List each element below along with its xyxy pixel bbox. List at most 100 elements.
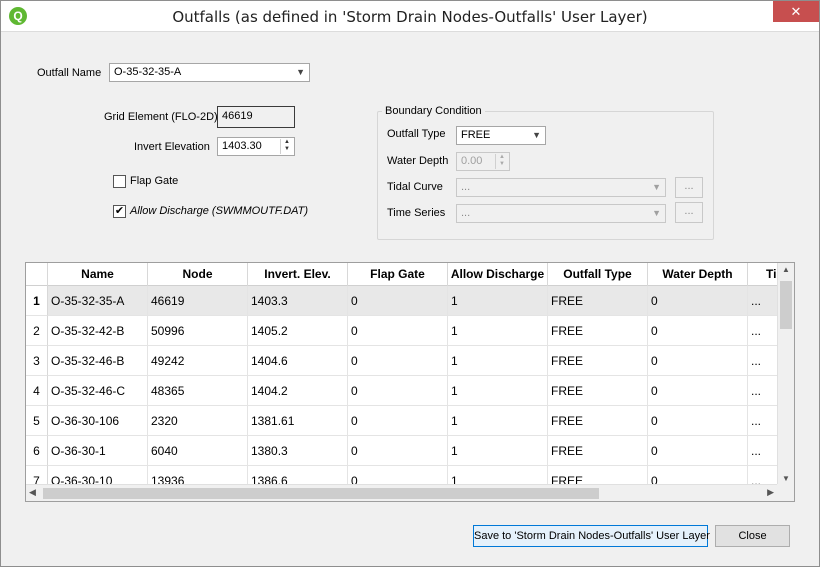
allow-discharge-checkbox[interactable]: ✔ [113, 205, 126, 218]
water-depth-spinbox[interactable]: 0.00 ▲ ▼ [456, 152, 510, 171]
column-header[interactable]: Water Depth [648, 263, 748, 286]
table-cell[interactable]: 50996 [148, 316, 248, 346]
table-cell[interactable]: 1 [448, 436, 548, 466]
invert-elevation-spinbox[interactable]: 1403.30 ▲ ▼ [217, 137, 295, 156]
table-cell[interactable]: 0 [648, 376, 748, 406]
table-cell[interactable]: FREE [548, 436, 648, 466]
table-cell[interactable]: 0 [648, 466, 748, 486]
close-button[interactable]: Close [715, 525, 790, 547]
table-cell[interactable]: 0 [648, 406, 748, 436]
scroll-up-icon[interactable]: ▲ [778, 265, 794, 274]
table-cell[interactable]: 1 [448, 466, 548, 486]
row-number[interactable]: 7 [26, 466, 48, 486]
table-cell[interactable]: ... [748, 406, 778, 436]
table-cell[interactable]: 1381.61 [248, 406, 348, 436]
scroll-left-icon[interactable]: ◀ [29, 487, 36, 498]
tidal-curve-browse-button[interactable]: ... [675, 177, 703, 198]
table-cell[interactable]: 0 [348, 316, 448, 346]
table-cell[interactable]: 1 [448, 406, 548, 436]
table-cell[interactable]: 1405.2 [248, 316, 348, 346]
spin-arrows-icon[interactable]: ▲ ▼ [280, 139, 293, 154]
table-cell[interactable]: 1 [448, 346, 548, 376]
save-to-layer-button[interactable]: Save to 'Storm Drain Nodes-Outfalls' Use… [473, 525, 710, 547]
table-corner[interactable] [26, 263, 48, 286]
table-cell[interactable]: FREE [548, 376, 648, 406]
table-cell[interactable]: ... [748, 466, 778, 486]
title-bar[interactable]: Q Outfalls (as defined in 'Storm Drain N… [1, 1, 819, 32]
table-row[interactable]: 2 O-35-32-42-B 50996 1405.2 0 1 FREE 0... [26, 316, 778, 346]
table-cell[interactable]: FREE [548, 346, 648, 376]
time-series-combo[interactable]: ... ▼ [456, 204, 666, 223]
table-cell[interactable]: O-36-30-1 [48, 436, 148, 466]
row-number[interactable]: 6 [26, 436, 48, 466]
table-cell[interactable]: 1404.6 [248, 346, 348, 376]
table-cell[interactable]: FREE [548, 286, 648, 316]
table-row[interactable]: 4 O-35-32-46-C 48365 1404.2 0 1 FREE 0... [26, 376, 778, 406]
table-cell[interactable]: 1 [448, 316, 548, 346]
horizontal-scrollbar[interactable]: ◀ ▶ [26, 484, 778, 501]
window-close-button[interactable]: ✕ [773, 1, 819, 22]
table-cell[interactable]: 6040 [148, 436, 248, 466]
table-cell[interactable]: O-35-32-35-A [48, 286, 148, 316]
table-cell[interactable]: 0 [648, 346, 748, 376]
column-header[interactable]: Flap Gate [348, 263, 448, 286]
scroll-thumb[interactable] [780, 281, 792, 329]
scroll-thumb[interactable] [43, 488, 599, 499]
table-cell[interactable]: O-35-32-42-B [48, 316, 148, 346]
table-cell[interactable]: 2320 [148, 406, 248, 436]
table-cell[interactable]: FREE [548, 466, 648, 486]
table-cell[interactable]: 1 [448, 376, 548, 406]
row-number[interactable]: 1 [26, 286, 48, 316]
table-cell[interactable]: ... [748, 376, 778, 406]
table-cell[interactable]: 48365 [148, 376, 248, 406]
table-row[interactable]: 1 O-35-32-35-A 46619 1403.3 0 1 FREE 0... [26, 286, 778, 316]
table-cell[interactable]: O-35-32-46-C [48, 376, 148, 406]
table-cell[interactable]: 0 [648, 436, 748, 466]
column-header[interactable]: Invert. Elev. [248, 263, 348, 286]
spin-arrows-icon[interactable]: ▲ ▼ [495, 154, 508, 169]
row-number[interactable]: 3 [26, 346, 48, 376]
table-cell[interactable]: ... [748, 346, 778, 376]
column-header[interactable]: Allow Discharge [448, 263, 548, 286]
table-cell[interactable]: 0 [348, 466, 448, 486]
table-row[interactable]: 5 O-36-30-106 2320 1381.61 0 1 FREE 0... [26, 406, 778, 436]
outfalls-table[interactable]: Name Node Invert. Elev. Flap Gate Allow … [25, 262, 795, 502]
table-cell[interactable]: 46619 [148, 286, 248, 316]
table-cell[interactable]: 1380.3 [248, 436, 348, 466]
table-cell[interactable]: 0 [348, 436, 448, 466]
vertical-scrollbar[interactable]: ▲ ▼ [777, 263, 794, 485]
scroll-down-icon[interactable]: ▼ [778, 474, 794, 483]
table-cell[interactable]: 1403.3 [248, 286, 348, 316]
row-number[interactable]: 5 [26, 406, 48, 436]
column-header[interactable]: Ti [748, 263, 778, 286]
table-cell[interactable]: FREE [548, 406, 648, 436]
outfall-name-combo[interactable]: O-35-32-35-A ▼ [109, 63, 310, 82]
table-cell[interactable]: O-35-32-46-B [48, 346, 148, 376]
table-cell[interactable]: 1 [448, 286, 548, 316]
column-header[interactable]: Outfall Type [548, 263, 648, 286]
table-cell[interactable]: ... [748, 316, 778, 346]
table-cell[interactable]: 0 [648, 316, 748, 346]
scroll-right-icon[interactable]: ▶ [767, 487, 774, 498]
table-cell[interactable]: 0 [348, 376, 448, 406]
table-cell[interactable]: O-36-30-106 [48, 406, 148, 436]
tidal-curve-combo[interactable]: ... ▼ [456, 178, 666, 197]
table-cell[interactable]: 13936 [148, 466, 248, 486]
table-row[interactable]: 3 O-35-32-46-B 49242 1404.6 0 1 FREE 0... [26, 346, 778, 376]
table-row[interactable]: 7 O-36-30-10 13936 1386.6 0 1 FREE 0... [26, 466, 778, 486]
table-cell[interactable]: ... [748, 436, 778, 466]
table-cell[interactable]: FREE [548, 316, 648, 346]
column-header[interactable]: Node [148, 263, 248, 286]
table-cell[interactable]: 0 [348, 286, 448, 316]
time-series-browse-button[interactable]: ... [675, 202, 703, 223]
table-cell[interactable]: ... [748, 286, 778, 316]
table-cell[interactable]: 1386.6 [248, 466, 348, 486]
outfall-type-combo[interactable]: FREE ▼ [456, 126, 546, 145]
flap-gate-checkbox[interactable] [113, 175, 126, 188]
table-cell[interactable]: 49242 [148, 346, 248, 376]
table-cell[interactable]: 1404.2 [248, 376, 348, 406]
table-cell[interactable]: 0 [648, 286, 748, 316]
table-cell[interactable]: 0 [348, 406, 448, 436]
table-cell[interactable]: O-36-30-10 [48, 466, 148, 486]
row-number[interactable]: 4 [26, 376, 48, 406]
